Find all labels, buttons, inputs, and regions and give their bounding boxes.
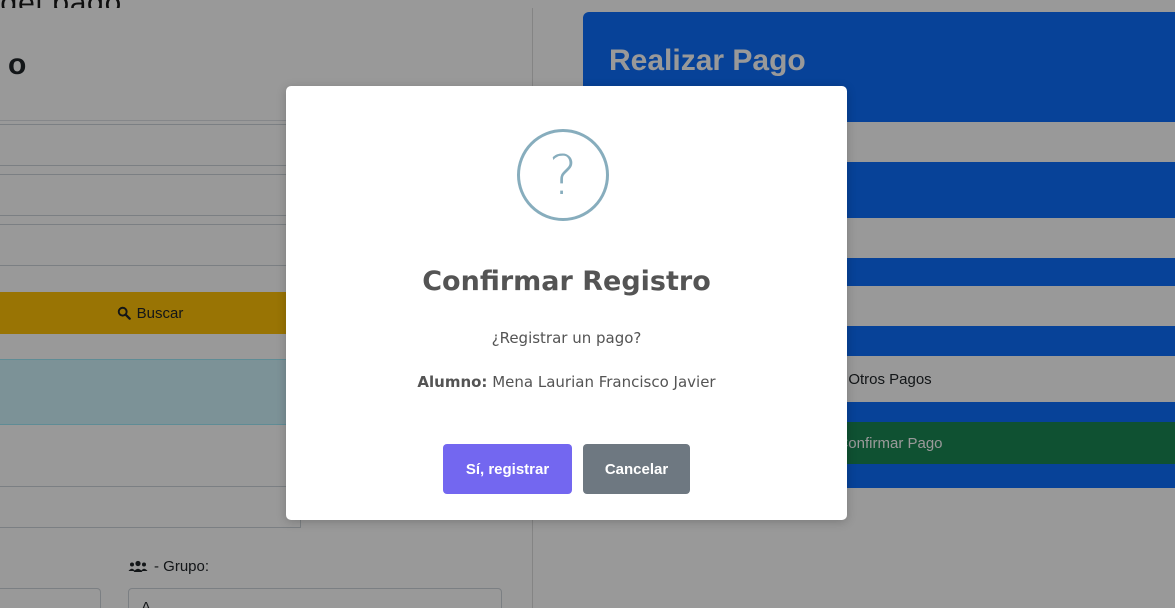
question-glyph: ? <box>548 143 578 207</box>
dialog-title: Confirmar Registro <box>422 266 711 297</box>
confirm-dialog: ? Confirmar Registro ¿Registrar un pago?… <box>286 86 847 520</box>
student-label: Alumno: <box>417 373 488 391</box>
dialog-student: Alumno: Mena Laurian Francisco Javier <box>286 373 847 391</box>
student-name: Mena Laurian Francisco Javier <box>492 373 716 391</box>
page: del pago. o Buscar - Grupo: <box>0 0 1175 608</box>
confirm-register-button[interactable]: Sí, registrar <box>443 444 572 494</box>
dialog-question: ¿Registrar un pago? <box>491 329 642 347</box>
cancel-button[interactable]: Cancelar <box>583 444 690 494</box>
question-icon: ? <box>517 129 609 221</box>
